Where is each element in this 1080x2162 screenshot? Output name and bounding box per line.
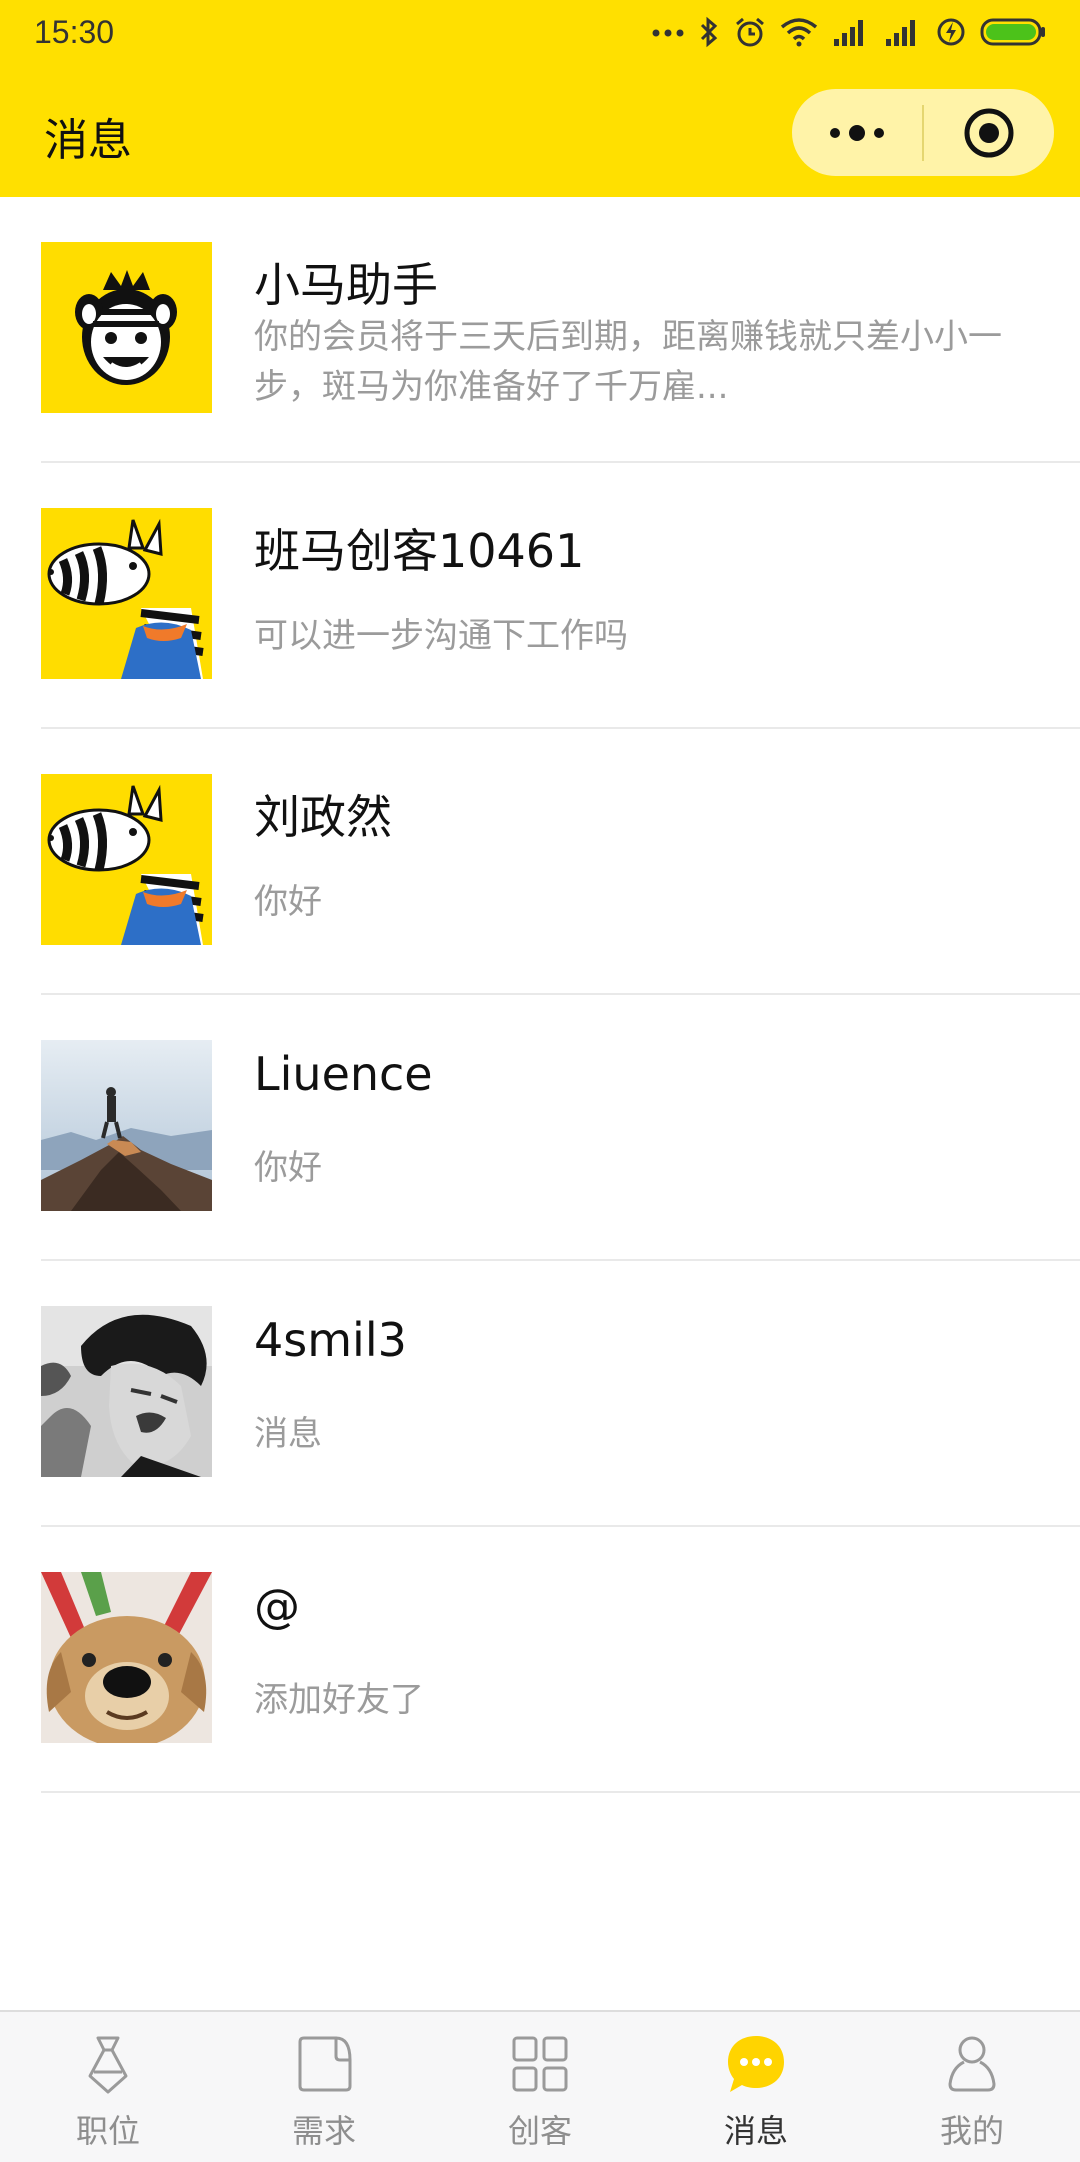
contact-name: 4smil3 [254,1313,407,1367]
message-preview: 可以进一步沟通下工作吗 [254,616,628,656]
status-time: 15:30 [34,14,115,50]
zebra-cartoon-avatar [41,774,212,945]
target-close-icon [964,108,1014,157]
more-dots-icon [830,124,884,141]
battery-icon [980,18,1045,46]
wifi-icon [780,18,818,47]
page-title: 消息 [44,115,132,166]
tab-label: 消息 [723,2112,788,2150]
more-menu-button[interactable] [792,89,922,176]
message-preview: 你的会员将于三天后到期，距离赚钱就只差小小一步，斑马为你准备好了千万雇... [254,317,1002,407]
bottom-tab-bar: 职位 需求 创客 消息 我的 [0,2010,1080,2162]
tie-icon [88,2036,128,2094]
signal-icon-2 [886,20,915,46]
charging-icon [937,18,965,46]
tab-makers[interactable]: 创客 [432,2012,648,2162]
message-preview: 你好 [254,882,322,922]
status-icons [652,12,1046,52]
contact-name: @ [254,1579,300,1633]
message-row[interactable]: 小马助手 你的会员将于三天后到期，距离赚钱就只差小小一步，斑马为你准备好了千万雇… [0,197,1080,463]
message-row[interactable]: Liuence 你好 [0,995,1080,1261]
message-row[interactable]: 班马创客10461 可以进一步沟通下工作吗 [0,463,1080,729]
tab-label: 职位 [75,2112,140,2150]
mountain-photo-avatar [41,1040,212,1211]
contact-name: 刘政然 [254,790,392,844]
dog-photo-avatar [41,1572,212,1743]
alarm-icon [736,17,764,47]
top-bar: 15:30 消息 [0,0,1080,197]
message-row[interactable]: 4smil3 消息 [0,1261,1080,1527]
message-preview: 你好 [254,1148,322,1188]
zebra-cartoon-avatar [41,508,212,679]
zebra-face-avatar [41,242,212,413]
tab-label: 需求 [291,2112,356,2150]
tab-label: 创客 [507,2112,572,2150]
tab-profile[interactable]: 我的 [864,2012,1080,2162]
contact-name: 小马助手 [254,258,438,312]
tab-jobs[interactable]: 职位 [0,2012,216,2162]
bluetooth-icon [700,16,718,48]
close-miniprogram-button[interactable] [924,89,1054,176]
chat-bubble-icon [728,2036,784,2092]
signal-icon [834,20,863,46]
contact-name: 班马创客10461 [254,524,585,578]
message-preview: 添加好友了 [254,1680,424,1720]
tab-demand[interactable]: 需求 [216,2012,432,2162]
document-icon [298,2036,352,2092]
message-row[interactable]: @ 添加好友了 [0,1527,1080,1793]
bw-portrait-avatar [41,1306,212,1477]
grid-icon [512,2036,568,2092]
person-icon [948,2036,996,2092]
miniprogram-capsule [792,89,1054,176]
row-divider [41,1791,1080,1793]
message-preview: 消息 [254,1414,322,1454]
tab-messages[interactable]: 消息 [648,2012,864,2162]
tab-label: 我的 [939,2112,1004,2150]
contact-name: Liuence [254,1047,433,1101]
message-row[interactable]: 刘政然 你好 [0,729,1080,995]
message-list: 小马助手 你的会员将于三天后到期，距离赚钱就只差小小一步，斑马为你准备好了千万雇… [0,197,1080,1793]
more-dots-icon [652,29,684,37]
